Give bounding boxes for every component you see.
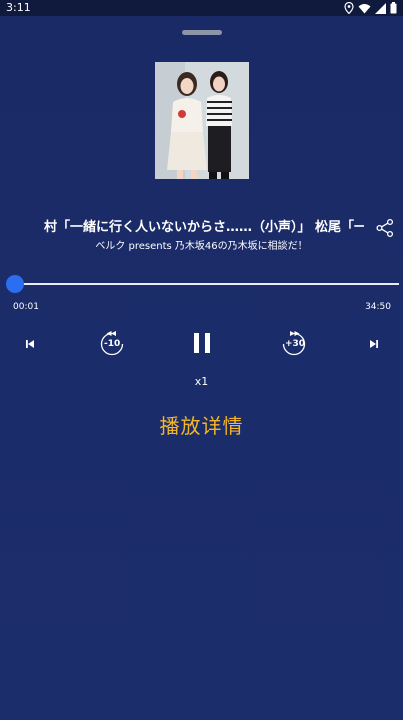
skip-next-icon [370, 340, 378, 348]
progress-thumb[interactable] [6, 275, 24, 293]
location-icon [344, 2, 354, 14]
episode-artwork [155, 62, 249, 179]
rewind-10-button[interactable]: -10 [98, 330, 126, 358]
rewind-label: -10 [104, 339, 121, 349]
program-subtitle: ベルク presents 乃木坂46の乃木坂に相談だ！ [95, 241, 308, 252]
wifi-icon [358, 3, 371, 13]
pause-button[interactable] [190, 331, 214, 355]
current-time: 00:01 [13, 302, 39, 312]
previous-button[interactable] [22, 336, 38, 352]
status-icons [344, 2, 397, 14]
status-time: 3:11 [6, 1, 31, 14]
progress-bar[interactable] [14, 283, 399, 285]
forward-label: +30 [285, 339, 306, 349]
skip-previous-icon [26, 340, 34, 348]
drag-handle[interactable] [182, 30, 222, 35]
track-title: 村「一緒に行く人いないからさ……（小声）」 松尾「一人で [44, 220, 364, 235]
pause-icon [194, 333, 210, 353]
share-icon [376, 218, 394, 238]
playback-details-button[interactable]: 播放详情 [0, 410, 403, 439]
status-bar: 3:11 [0, 0, 403, 16]
playback-speed[interactable]: x1 [0, 375, 403, 388]
forward-30-button[interactable]: +30 [280, 330, 308, 358]
next-button[interactable] [366, 336, 382, 352]
total-time: 34:50 [365, 302, 391, 312]
battery-icon [390, 2, 397, 14]
signal-icon [375, 2, 386, 14]
share-button[interactable] [375, 218, 395, 238]
